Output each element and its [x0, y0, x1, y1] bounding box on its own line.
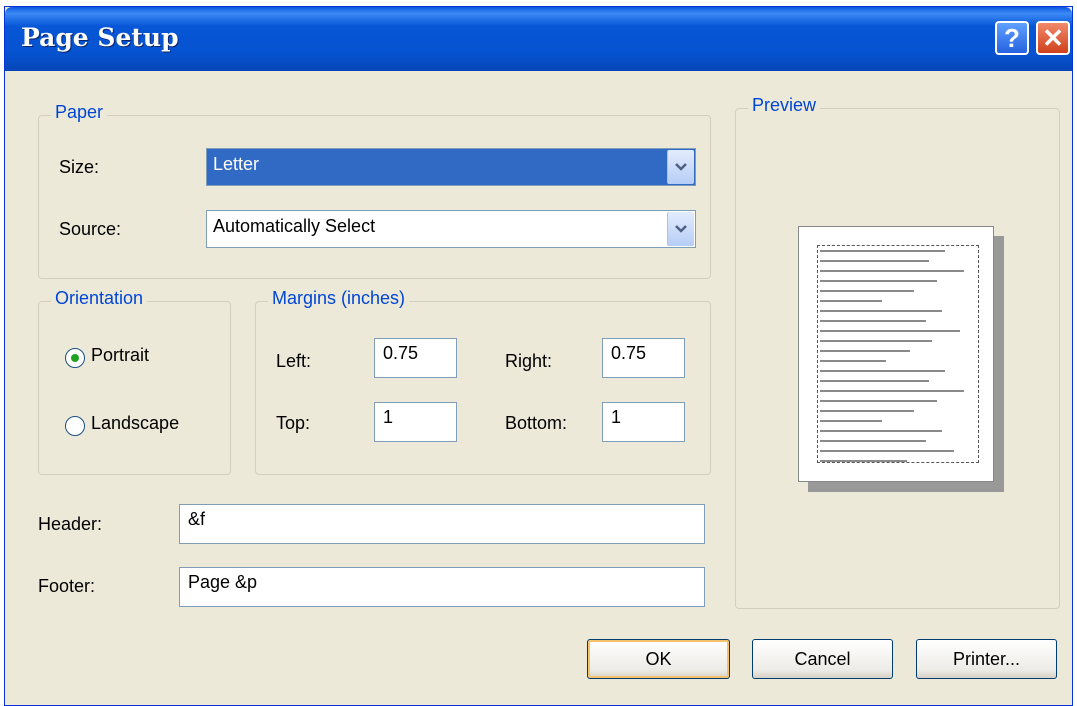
header-label: Header: — [38, 514, 103, 534]
help-icon: ? — [1004, 23, 1020, 53]
header-input[interactable]: &f — [179, 504, 705, 544]
size-label: Size: — [59, 157, 100, 177]
bottom-margin-input[interactable]: 1 — [602, 402, 685, 442]
ok-button[interactable]: OK — [587, 639, 730, 679]
left-margin-label: Left: — [276, 351, 312, 371]
bottom-margin-label: Bottom: — [505, 413, 568, 433]
chevron-down-icon[interactable] — [667, 212, 694, 246]
left-margin-input[interactable]: 0.75 — [374, 338, 457, 378]
top-margin-input[interactable]: 1 — [374, 402, 457, 442]
orientation-legend: Orientation — [51, 288, 148, 309]
orientation-group: Orientation — [38, 288, 231, 475]
source-dropdown[interactable]: Automatically Select — [206, 210, 696, 248]
size-dropdown[interactable]: Letter — [206, 148, 696, 186]
paper-legend: Paper — [51, 102, 108, 123]
margins-legend: Margins (inches) — [268, 288, 410, 309]
preview-margin-box — [817, 245, 979, 463]
source-label: Source: — [59, 219, 122, 239]
footer-input[interactable]: Page &p — [179, 567, 705, 607]
landscape-radio[interactable] — [65, 416, 85, 436]
margins-group: Margins (inches) — [255, 288, 711, 475]
title-bar[interactable]: Page Setup ? ✕ — [5, 7, 1072, 71]
dialog-title: Page Setup — [21, 23, 179, 52]
preview-page — [798, 226, 994, 482]
portrait-label[interactable]: Portrait — [91, 345, 149, 366]
close-button[interactable]: ✕ — [1036, 21, 1070, 55]
top-margin-label: Top: — [276, 413, 311, 433]
help-button[interactable]: ? — [995, 21, 1029, 55]
footer-label: Footer: — [38, 576, 96, 596]
page-setup-dialog: Page Setup ? ✕ Paper Size: Letter Source… — [4, 6, 1073, 706]
preview-text-lines — [820, 250, 976, 470]
landscape-label[interactable]: Landscape — [91, 413, 179, 434]
cancel-button[interactable]: Cancel — [752, 639, 893, 679]
paper-group: Paper — [38, 102, 711, 279]
close-icon: ✕ — [1042, 23, 1064, 53]
right-margin-label: Right: — [505, 351, 553, 371]
preview-legend: Preview — [748, 95, 821, 116]
source-value: Automatically Select — [213, 216, 376, 236]
portrait-radio[interactable] — [65, 348, 85, 368]
right-margin-input[interactable]: 0.75 — [602, 338, 685, 378]
chevron-down-icon[interactable] — [667, 150, 694, 184]
size-value: Letter — [213, 154, 260, 174]
printer-button[interactable]: Printer... — [916, 639, 1057, 679]
